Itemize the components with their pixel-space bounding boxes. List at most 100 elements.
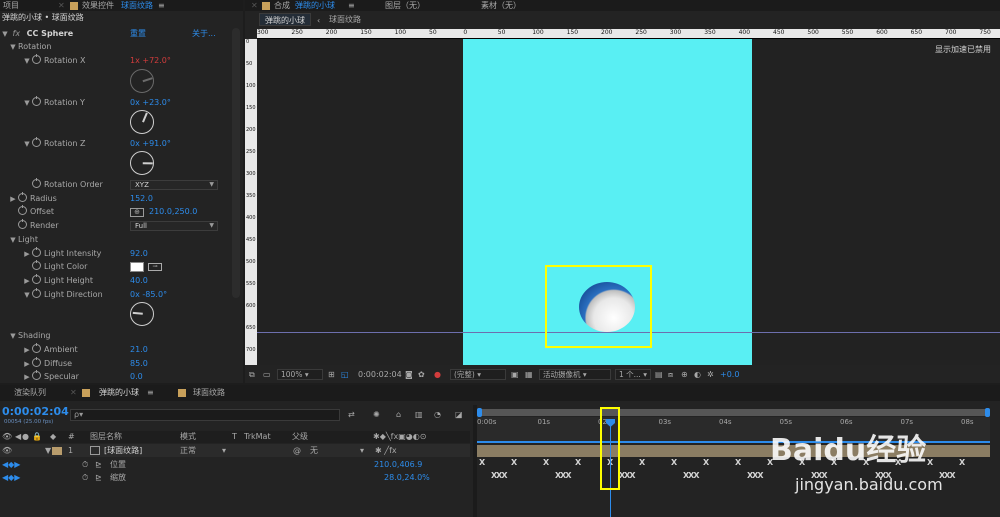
- specular-value[interactable]: 0.0: [130, 371, 143, 383]
- light-intensity-value[interactable]: 92.0: [130, 248, 148, 260]
- exposure-value[interactable]: +0.0: [720, 366, 739, 383]
- camera-select[interactable]: 活动摄像机 ▾: [539, 369, 611, 380]
- subtab-sphere-texture[interactable]: 球面纹路: [324, 13, 366, 26]
- rotation-y-value[interactable]: 0x +23.0°: [130, 97, 171, 109]
- fast-preview-icon[interactable]: ▤: [655, 366, 663, 383]
- tab-bouncing-ball[interactable]: 弹跳的小球: [99, 385, 139, 401]
- stopwatch-icon[interactable]: [32, 274, 41, 284]
- stopwatch-icon[interactable]: ⏱: [82, 458, 88, 471]
- stopwatch-icon[interactable]: [32, 54, 41, 64]
- keyframe[interactable]: X: [671, 458, 677, 467]
- layer-name[interactable]: [球面纹路]: [104, 444, 142, 457]
- motion-blur-icon[interactable]: ◔: [434, 410, 441, 419]
- expand-triangle-icon[interactable]: ▶: [22, 248, 32, 260]
- keyframe[interactable]: XXX: [747, 471, 763, 480]
- switch-icons[interactable]: ✱ ╱fx: [375, 444, 397, 457]
- keyframe[interactable]: X: [575, 458, 581, 467]
- close-icon[interactable]: ✕: [70, 385, 77, 401]
- channel-icon[interactable]: ✿: [418, 366, 425, 383]
- stopwatch-icon[interactable]: [32, 247, 41, 257]
- graph-icon[interactable]: ⊵: [95, 458, 102, 471]
- comp-viewport[interactable]: [257, 39, 1000, 365]
- keyframe[interactable]: X: [735, 458, 741, 467]
- layer-mode[interactable]: 正常: [180, 444, 196, 457]
- current-time[interactable]: 0:00:02:04: [2, 405, 69, 418]
- transparency-grid-icon[interactable]: ▦: [525, 366, 533, 383]
- diffuse-value[interactable]: 85.0: [130, 358, 148, 370]
- expand-triangle-icon[interactable]: ▶: [8, 193, 18, 205]
- expand-triangle-icon[interactable]: ▼: [8, 330, 18, 342]
- stopwatch-icon[interactable]: [18, 192, 27, 202]
- monitor-icon[interactable]: ▭: [263, 366, 271, 383]
- time-navigator[interactable]: [477, 408, 990, 417]
- keyframe-nav-icon[interactable]: ◀◆▶: [2, 458, 20, 471]
- visibility-header-icon[interactable]: 👁: [2, 431, 12, 443]
- ec-scrollbar[interactable]: [232, 28, 240, 298]
- light-group[interactable]: ▼ Light: [0, 234, 230, 246]
- layer-parent[interactable]: 无: [310, 444, 318, 457]
- rotation-group[interactable]: ▼ Rotation: [0, 41, 230, 53]
- comp-flow-icon[interactable]: ⇄: [348, 410, 355, 419]
- light-direction-dial[interactable]: [130, 302, 154, 326]
- stopwatch-icon[interactable]: [32, 178, 41, 188]
- shading-group[interactable]: ▼ Shading: [0, 330, 230, 342]
- expand-triangle-icon[interactable]: ▶: [22, 358, 32, 370]
- expand-triangle-icon[interactable]: ▶: [22, 371, 32, 383]
- stopwatch-icon[interactable]: [32, 137, 41, 147]
- shy-icon[interactable]: ⌂: [396, 410, 401, 419]
- panel-menu-icon[interactable]: ≡: [147, 385, 154, 401]
- expand-triangle-icon[interactable]: ▼: [22, 55, 32, 67]
- expand-triangle-icon[interactable]: ▼: [8, 234, 18, 246]
- keyframe[interactable]: X: [703, 458, 709, 467]
- crosshair-icon[interactable]: ⊕: [130, 208, 144, 217]
- color-icon[interactable]: ●: [434, 366, 441, 383]
- navigator-end-handle[interactable]: [985, 408, 990, 417]
- audio-header-icon[interactable]: ◀: [15, 431, 21, 443]
- rotation-x-value[interactable]: 1x +72.0°: [130, 55, 171, 67]
- mode-header[interactable]: 模式: [180, 431, 196, 443]
- rotation-order-select[interactable]: XYZ ▼: [130, 180, 218, 190]
- stopwatch-icon[interactable]: [18, 219, 27, 229]
- keyframe[interactable]: XXX: [683, 471, 699, 480]
- graph-editor-icon[interactable]: ◪: [455, 410, 463, 419]
- tab-comp-name[interactable]: 弹跳的小球: [295, 0, 335, 11]
- tab-footage[interactable]: 素材（无）: [481, 0, 521, 11]
- tab-render-queue[interactable]: 渲染队列: [14, 385, 46, 401]
- keyframe[interactable]: X: [639, 458, 645, 467]
- panel-menu-icon[interactable]: ≡: [158, 0, 165, 11]
- light-direction-value[interactable]: 0x -85.0°: [130, 289, 167, 301]
- expand-triangle-icon[interactable]: ▼: [22, 289, 32, 301]
- solo-header-icon[interactable]: ●: [22, 431, 29, 443]
- stopwatch-icon[interactable]: [32, 370, 41, 380]
- expand-triangle-icon[interactable]: ▼: [22, 97, 32, 109]
- keyframe[interactable]: X: [927, 458, 933, 467]
- rotation-z-value[interactable]: 0x +91.0°: [130, 138, 171, 150]
- tab-layer[interactable]: 图层（无）: [385, 0, 425, 11]
- close-icon[interactable]: ✕: [58, 0, 65, 11]
- comp-timecode[interactable]: 0:00:02:04: [358, 366, 402, 383]
- panel-menu-icon[interactable]: ≡: [348, 0, 355, 11]
- prop-row-scale[interactable]: ◀◆▶ ⏱ ⊵ 缩放 28.0,24.0%: [0, 471, 470, 484]
- expand-triangle-icon[interactable]: ▼: [45, 444, 51, 457]
- label-color-icon[interactable]: [52, 447, 62, 455]
- expand-triangle-icon[interactable]: ▶: [22, 344, 32, 356]
- label-header-icon[interactable]: ◆: [50, 431, 56, 443]
- pickwhip-icon[interactable]: @: [293, 444, 301, 457]
- tab-composition[interactable]: 合成: [274, 0, 290, 11]
- radius-value[interactable]: 152.0: [130, 193, 153, 205]
- lock-header-icon[interactable]: 🔒: [32, 431, 42, 443]
- trkmat-header[interactable]: TrkMat: [244, 431, 271, 443]
- keyframe[interactable]: X: [511, 458, 517, 467]
- snapshot-icon[interactable]: ◐: [694, 366, 701, 383]
- stopwatch-icon[interactable]: [32, 260, 41, 270]
- rotation-x-dial[interactable]: [130, 69, 154, 93]
- navigator-start-handle[interactable]: [477, 408, 482, 417]
- frame-blend-icon[interactable]: ▥: [415, 410, 423, 419]
- subtab-bouncing-ball[interactable]: 弹跳的小球: [259, 13, 311, 26]
- stopwatch-icon[interactable]: ⏱: [82, 471, 88, 484]
- about-link[interactable]: 关于...: [192, 28, 216, 40]
- keyframe-nav-icon[interactable]: ◀◆▶: [2, 471, 20, 484]
- t-header[interactable]: T: [232, 431, 237, 443]
- tab-sphere-texture[interactable]: 球面纹路: [193, 385, 225, 401]
- zoom-select[interactable]: 100% ▾: [277, 369, 323, 380]
